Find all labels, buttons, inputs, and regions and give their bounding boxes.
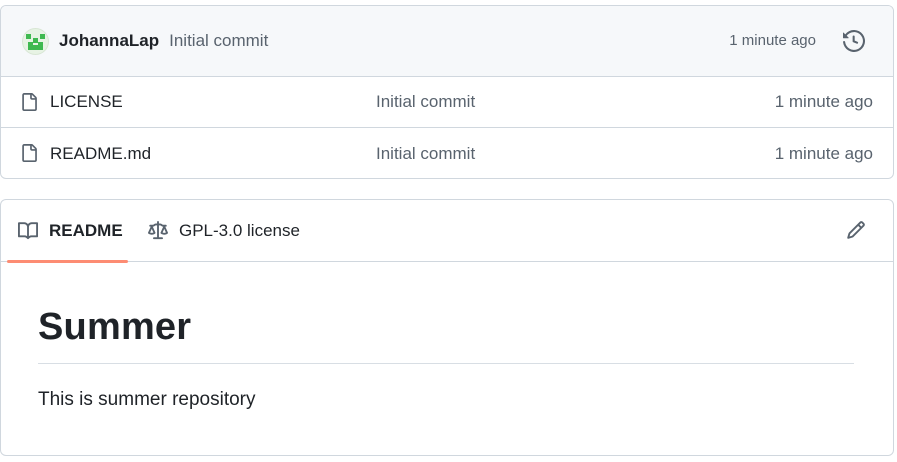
avatar[interactable] [22, 27, 49, 55]
commit-author-link[interactable]: JohannaLap [59, 31, 159, 51]
file-icon [22, 93, 37, 111]
file-commit-link[interactable]: Initial commit [376, 144, 475, 164]
file-commit-link[interactable]: Initial commit [376, 92, 475, 112]
readme-paragraph: This is summer repository [38, 389, 256, 410]
file-name-link[interactable]: README.md [50, 144, 151, 164]
pencil-icon[interactable] [846, 220, 866, 240]
history-icon[interactable] [843, 30, 865, 52]
tab-license[interactable]: GPL-3.0 license [147, 200, 300, 262]
latest-commit-bar: JohannaLap Initial commit 1 minute ago [1, 6, 893, 77]
identicon-icon [26, 33, 45, 50]
file-icon [22, 144, 37, 162]
readme-tabs: README GPL-3.0 license [1, 200, 893, 263]
file-row-readme[interactable]: README.md Initial commit 1 minute ago [1, 128, 893, 178]
tab-readme[interactable]: README [7, 200, 128, 263]
readme-heading: Summer [38, 306, 192, 348]
file-row-license[interactable]: LICENSE Initial commit 1 minute ago [1, 77, 893, 128]
commit-message-link[interactable]: Initial commit [169, 31, 268, 51]
file-time: 1 minute ago [774, 92, 873, 111]
file-list-box: JohannaLap Initial commit 1 minute ago L… [0, 5, 894, 179]
file-time: 1 minute ago [774, 143, 873, 163]
tab-license-label: GPL-3.0 license [179, 221, 300, 240]
file-name-link[interactable]: LICENSE [50, 92, 123, 112]
book-icon [18, 222, 39, 240]
heading-divider [38, 363, 854, 364]
readme-box: README GPL-3.0 license Summer This is su… [0, 199, 894, 456]
law-icon [148, 221, 168, 240]
tab-readme-label: README [49, 221, 123, 240]
commit-time[interactable]: 1 minute ago [729, 32, 816, 49]
